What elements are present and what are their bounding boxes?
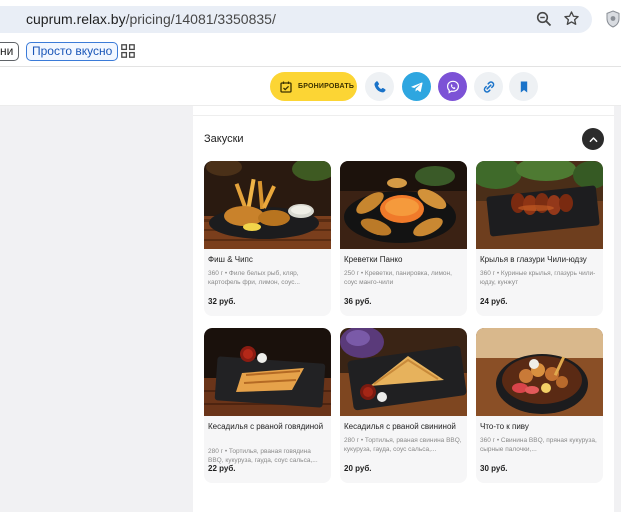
book-button-label: БРОНИРОВАТЬ: [298, 83, 355, 90]
menu-item-price: 30 руб.: [480, 464, 508, 473]
menu-item-description: 280 г • Тортилья, рваная говядина BBQ, к…: [208, 448, 318, 464]
menu-item-price: 20 руб.: [344, 464, 372, 473]
menu-item-price: 32 руб.: [208, 297, 236, 306]
link-icon: [483, 80, 494, 93]
bookmark-chip-selected[interactable]: Просто вкусно: [26, 42, 119, 61]
food-photo: [204, 328, 331, 416]
section-title: Закуски: [204, 133, 244, 145]
calendar-check-icon: [280, 81, 292, 93]
menu-item-card[interactable]: Кесадилья с рваной свининой 280 г • Торт…: [340, 328, 467, 483]
menu-item-name: Что-то к пиву: [480, 422, 529, 431]
menu-item-card[interactable]: Креветки Панко 250 г • Креветки, паниров…: [340, 161, 467, 316]
menu-item-card[interactable]: Что-то к пиву 360 г • Свинина BBQ, пряна…: [476, 328, 603, 483]
book-button[interactable]: БРОНИРОВАТЬ: [270, 72, 357, 101]
menu-item-card[interactable]: Кесадилья с рваной говядиной 280 г • Тор…: [204, 328, 331, 483]
panel-divider: [193, 115, 614, 116]
bookmark-button[interactable]: [509, 72, 538, 101]
bookmark-star-icon[interactable]: [563, 10, 580, 27]
browser-toolbar: cuprum.relax.by/pricing/14081/3350835/: [0, 0, 621, 40]
food-photo: [476, 328, 603, 416]
food-photo: [340, 161, 467, 249]
menu-item-description: 280 г • Тортилья, рваная свинина BBQ, ку…: [344, 437, 462, 453]
menu-item-name: Креветки Панко: [344, 255, 403, 264]
menu-item-name: Крылья в глазури Чили-юдзу: [480, 255, 587, 264]
extension-shield-icon[interactable]: [605, 10, 621, 28]
menu-item-description: 250 г • Креветки, панировка, лимон, соус…: [344, 270, 452, 286]
right-background: [614, 106, 621, 512]
food-photo: [476, 161, 603, 249]
menu-item-price: 36 руб.: [344, 297, 372, 306]
viber-icon: [446, 80, 459, 94]
food-photo: [204, 161, 331, 249]
menu-item-price: 24 руб.: [480, 297, 508, 306]
menu-item-description: 360 г • Куриные крылья, глазурь чили-юдз…: [480, 270, 596, 286]
menu-item-description: 360 г • Свинина BBQ, пряная кукуруза, сы…: [480, 437, 597, 453]
menu-item-card[interactable]: Крылья в глазури Чили-юдзу 360 г • Курин…: [476, 161, 603, 316]
menu-item-card[interactable]: Фиш & Чипс 360 г • Филе белых рыб, кляр,…: [204, 161, 331, 316]
left-sidebar-background: [0, 106, 193, 512]
telegram-icon: [410, 82, 423, 92]
bookmarks-bar: ни Просто вкусно: [0, 40, 621, 66]
menu-item-name: Фиш & Чипс: [208, 255, 253, 264]
site-header: БРОНИРОВАТЬ: [0, 67, 621, 105]
apps-grid-icon[interactable]: [121, 44, 135, 58]
url-text[interactable]: cuprum.relax.by/pricing/14081/3350835/: [26, 11, 276, 27]
phone-icon: [373, 80, 386, 92]
viber-button[interactable]: [438, 72, 467, 101]
phone-button[interactable]: [365, 72, 394, 101]
share-link-button[interactable]: [474, 72, 503, 101]
chevron-up-icon: [589, 136, 597, 142]
bookmark-icon: [520, 81, 527, 92]
telegram-button[interactable]: [402, 72, 431, 101]
menu-item-name: Кесадилья с рваной свининой: [344, 422, 456, 431]
zoom-out-icon[interactable]: [536, 11, 552, 27]
url-path: /pricing/14081/3350835/: [125, 11, 276, 27]
food-photo: [340, 328, 467, 416]
url-host: cuprum.relax.by: [26, 11, 126, 27]
menu-item-price: 22 руб.: [208, 464, 236, 473]
menu-item-description: 360 г • Филе белых рыб, кляр, картофель …: [208, 270, 300, 286]
collapse-section-button[interactable]: [582, 128, 604, 150]
menu-item-name: Кесадилья с рваной говядиной: [208, 422, 324, 431]
bookmark-chip[interactable]: ни: [0, 42, 20, 61]
